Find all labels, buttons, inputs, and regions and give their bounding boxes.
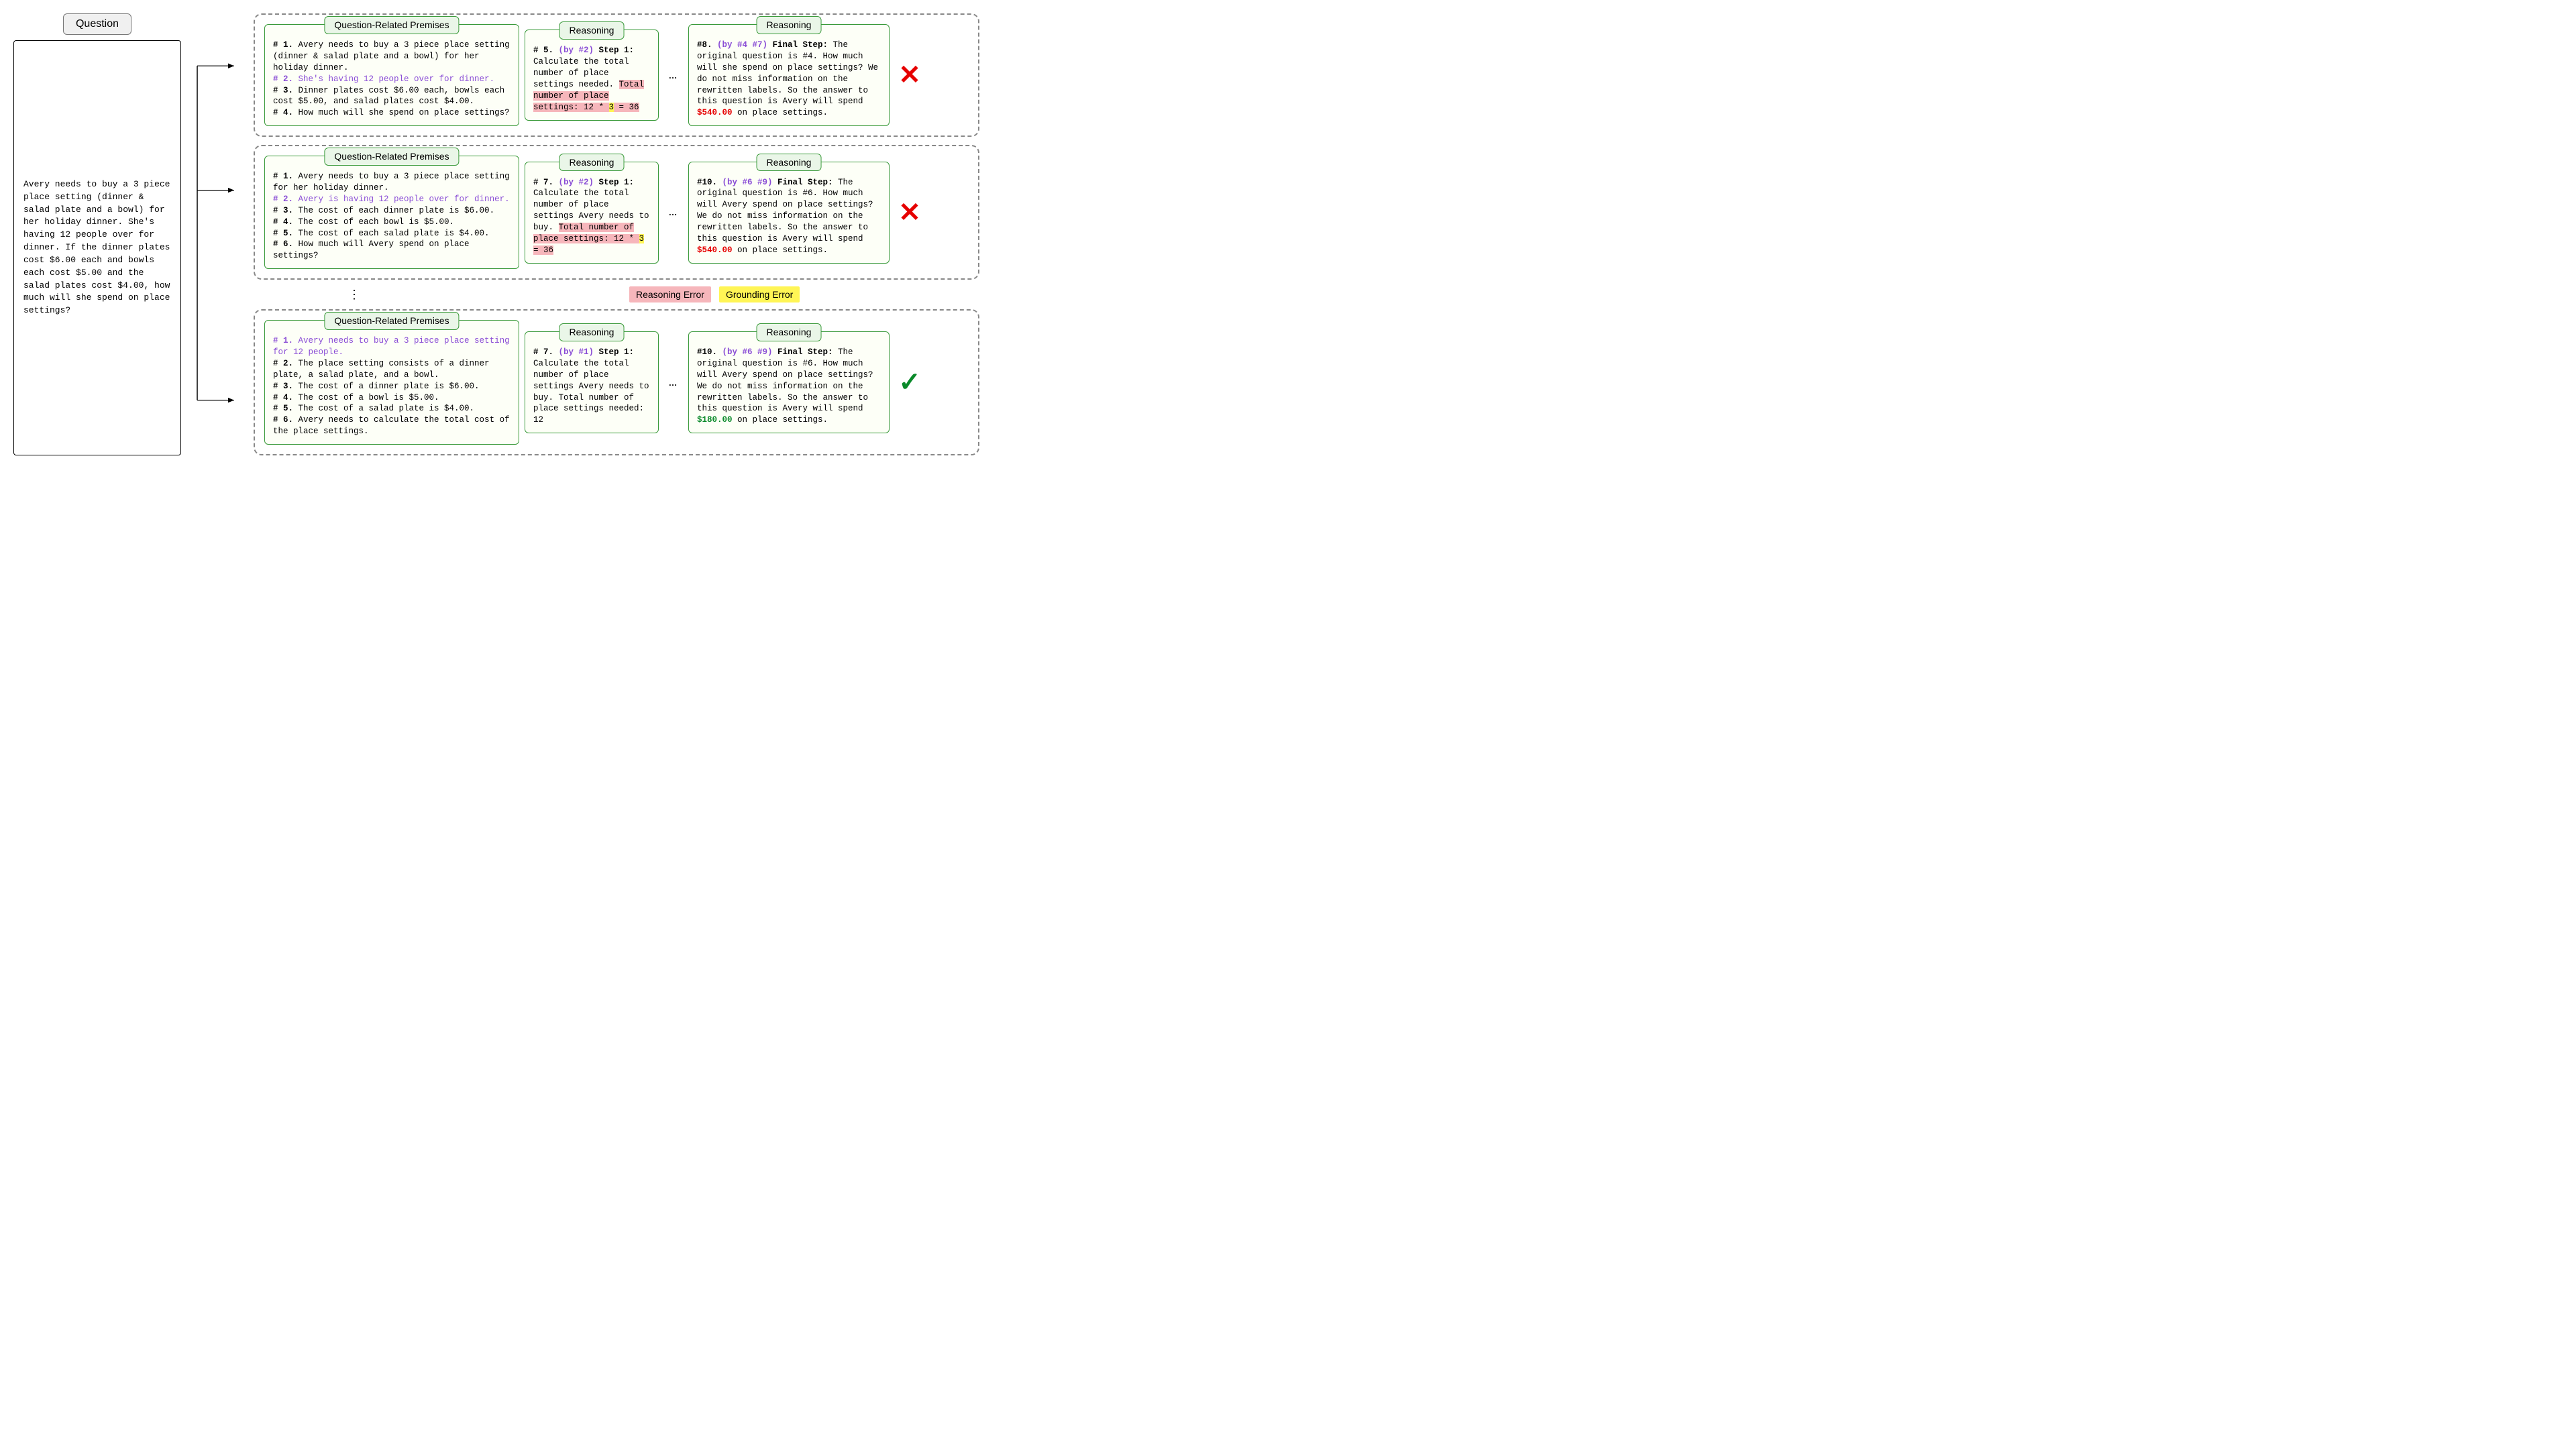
- ellipsis: …: [664, 378, 683, 388]
- premise-line: # 3. The cost of a dinner plate is $6.00…: [273, 381, 511, 392]
- premise-line: # 2. Avery is having 12 people over for …: [273, 194, 511, 205]
- card-label-premises: Question-Related Premises: [324, 148, 459, 166]
- grounding-error-span: 3: [639, 234, 645, 243]
- question-text: Avery needs to buy a 3 piece place setti…: [23, 178, 171, 317]
- premise-line: # 3. Dinner plates cost $6.00 each, bowl…: [273, 85, 511, 108]
- card-label-premises: Question-Related Premises: [324, 16, 459, 34]
- premise-line: # 6. How much will Avery spend on place …: [273, 239, 511, 262]
- answer-value: $180.00: [697, 415, 733, 425]
- question-column: Question Avery needs to buy a 3 piece pl…: [13, 13, 181, 455]
- premise-line: # 3. The cost of each dinner plate is $6…: [273, 205, 511, 217]
- x-icon: ✕: [895, 199, 924, 226]
- reasoning-path: Question-Related Premises # 1. Avery nee…: [254, 145, 979, 280]
- premise-line: # 6. Avery needs to calculate the total …: [273, 415, 511, 437]
- diagram-root: Question Avery needs to buy a 3 piece pl…: [13, 13, 979, 455]
- card-label-reasoning: Reasoning: [559, 323, 625, 341]
- premise-line: # 4. How much will she spend on place se…: [273, 107, 511, 119]
- premise-line: # 2. She's having 12 people over for din…: [273, 74, 511, 85]
- premise-line: # 5. The cost of a salad plate is $4.00.: [273, 403, 511, 415]
- reasoning-path: Question-Related Premises # 1. Avery nee…: [254, 13, 979, 137]
- vertical-ellipsis-icon: ⋮: [254, 292, 455, 298]
- step-head: # 7. (by #1) Step 1:: [533, 347, 650, 358]
- card-label-reasoning: Reasoning: [757, 154, 822, 172]
- card-label-reasoning: Reasoning: [757, 16, 822, 34]
- reasoning-path: Question-Related Premises # 1. Avery nee…: [254, 309, 979, 455]
- connector-arrows: [197, 13, 237, 455]
- paths-column: Question-Related Premises # 1. Avery nee…: [254, 13, 979, 455]
- premise-line: # 1. Avery needs to buy a 3 piece place …: [273, 40, 511, 74]
- premises-card: Question-Related Premises # 1. Avery nee…: [264, 24, 519, 126]
- card-label-reasoning: Reasoning: [757, 323, 822, 341]
- mid-row: ⋮ Reasoning Error Grounding Error: [254, 288, 979, 301]
- reason-text: Calculate the total number of place sett…: [533, 359, 649, 425]
- ellipsis: …: [664, 207, 683, 217]
- legend-grounding-error: Grounding Error: [719, 286, 800, 302]
- premise-line: # 2. The place setting consists of a din…: [273, 358, 511, 381]
- legend-reasoning-error: Reasoning Error: [629, 286, 711, 302]
- reasoning-card: Reasoning # 7. (by #1) Step 1: Calculate…: [525, 331, 659, 433]
- premise-line: # 1. Avery needs to buy a 3 piece place …: [273, 335, 511, 358]
- card-label-reasoning: Reasoning: [559, 154, 625, 172]
- premise-line: # 4. The cost of a bowl is $5.00.: [273, 392, 511, 404]
- reasoning-card: Reasoning # 5. (by #2) Step 1: Calculate…: [525, 30, 659, 120]
- reasoning-card: Reasoning #10. (by #6 #9) Final Step: Th…: [688, 331, 890, 433]
- check-icon: ✓: [895, 369, 924, 396]
- grounding-error-span: 3: [609, 103, 614, 112]
- question-label: Question: [63, 13, 131, 35]
- question-body: Avery needs to buy a 3 piece place setti…: [13, 40, 181, 455]
- card-label-premises: Question-Related Premises: [324, 312, 459, 330]
- reasoning-card: Reasoning #8. (by #4 #7) Final Step: The…: [688, 24, 890, 126]
- premises-card: Question-Related Premises # 1. Avery nee…: [264, 156, 519, 269]
- premise-line: # 4. The cost of each bowl is $5.00.: [273, 217, 511, 228]
- premise-line: # 5. The cost of each salad plate is $4.…: [273, 228, 511, 239]
- ellipsis: …: [664, 70, 683, 80]
- x-icon: ✕: [895, 62, 924, 89]
- answer-value: $540.00: [697, 108, 733, 117]
- step-head: # 5. (by #2) Step 1:: [533, 45, 650, 56]
- reasoning-card: Reasoning # 7. (by #2) Step 1: Calculate…: [525, 162, 659, 264]
- step-head: # 7. (by #2) Step 1:: [533, 177, 650, 188]
- premise-line: # 1. Avery needs to buy a 3 piece place …: [273, 171, 511, 194]
- premises-card: Question-Related Premises # 1. Avery nee…: [264, 320, 519, 445]
- answer-value: $540.00: [697, 245, 733, 255]
- card-label-reasoning: Reasoning: [559, 21, 625, 40]
- legend: Reasoning Error Grounding Error: [629, 286, 800, 302]
- reasoning-card: Reasoning #10. (by #6 #9) Final Step: Th…: [688, 162, 890, 264]
- reason-text: Calculate the total number of place sett…: [533, 57, 629, 89]
